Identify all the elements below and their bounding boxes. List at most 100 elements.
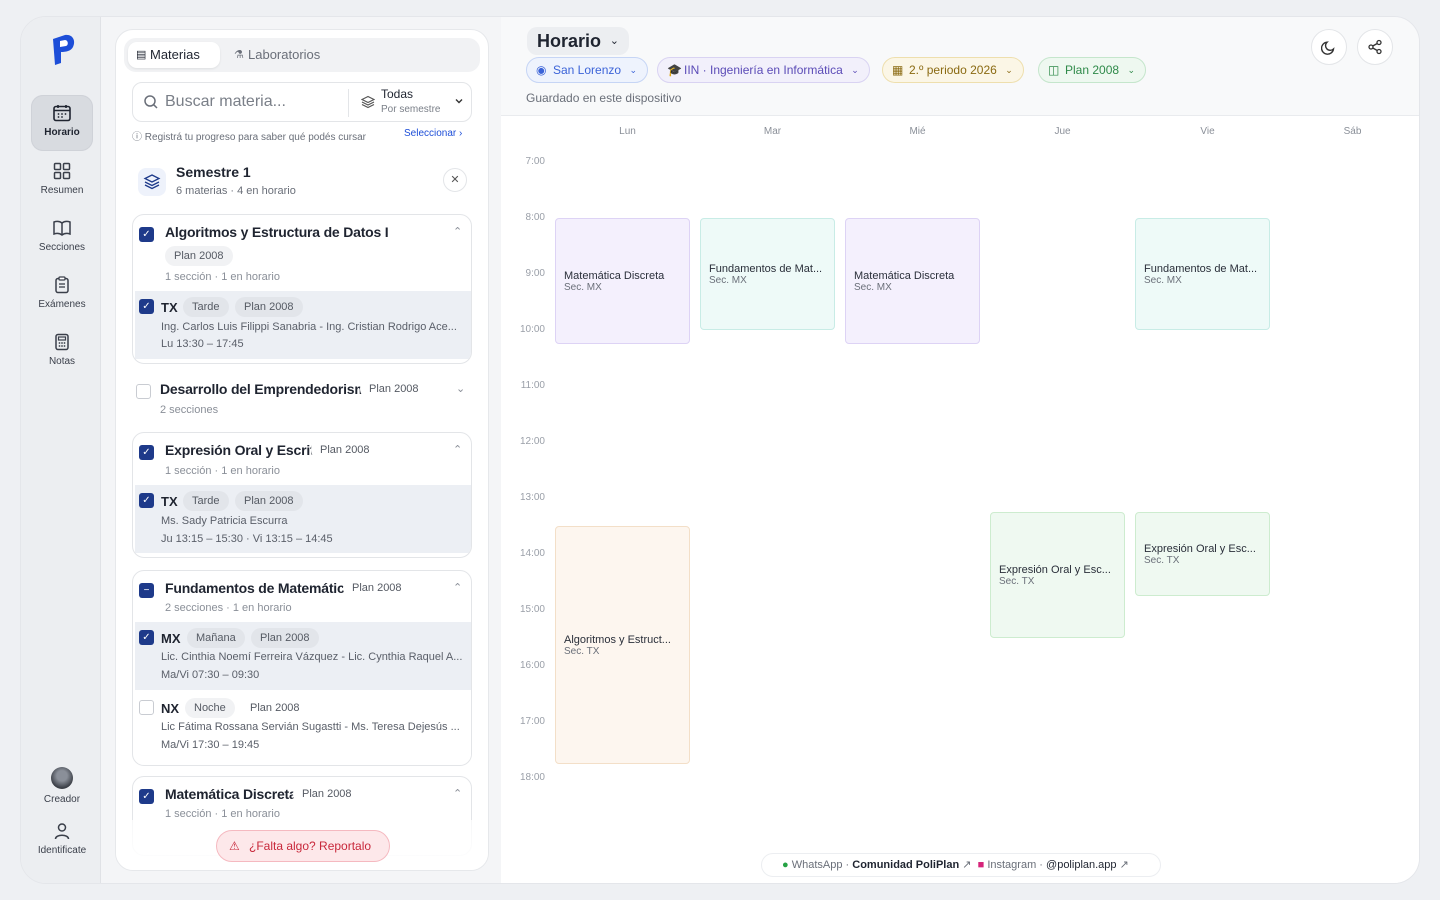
section-checkbox[interactable]: ✓ bbox=[139, 493, 154, 508]
plan-badge: Plan 2008 bbox=[293, 784, 361, 804]
whatsapp-icon: ● bbox=[782, 859, 789, 871]
nav-label: Horario bbox=[44, 127, 80, 138]
search-input[interactable]: Buscar materia... bbox=[165, 93, 286, 111]
hour-label: 13:00 bbox=[519, 492, 545, 503]
hour-label: 12:00 bbox=[519, 436, 545, 447]
schedule-event[interactable]: Algoritmos y Estruct... Sec. TX bbox=[555, 526, 690, 764]
page-title[interactable]: Horario ⌄ bbox=[527, 27, 630, 55]
schedule-event[interactable]: Fundamentos de Mat... Sec. MX bbox=[700, 218, 835, 330]
nav-item-secciones[interactable]: Secciones bbox=[31, 210, 93, 266]
semester-title: Semestre 1 bbox=[176, 164, 251, 180]
plan-chip[interactable]: ◫ Plan 2008 ⌄ bbox=[1038, 57, 1147, 83]
tab-label: Materias bbox=[150, 47, 200, 62]
section-code: MX bbox=[161, 631, 181, 646]
subject-card: − Fundamentos de Matemática Plan 2008 ⌃ … bbox=[132, 570, 472, 766]
subject-card: ✓ Expresión Oral y Escrita Plan 2008 ⌃ 1… bbox=[132, 432, 472, 558]
nav-label: Secciones bbox=[38, 242, 86, 253]
event-section: Sec. MX bbox=[709, 275, 747, 286]
chevron-down-icon[interactable]: ⌄ bbox=[456, 382, 465, 395]
semester-filter-select[interactable]: Todas Por semestre bbox=[361, 87, 471, 119]
subject-name: Desarrollo del Emprendedorismo bbox=[160, 381, 375, 397]
subject-card: Desarrollo del Emprendedorismo Plan 2008… bbox=[132, 374, 472, 424]
section-row[interactable]: ✓ MX Mañana Plan 2008 Lic. Cinthia Noemí… bbox=[135, 622, 471, 690]
hour-label: 10:00 bbox=[519, 324, 545, 335]
subject-checkbox[interactable] bbox=[136, 384, 151, 399]
section-time: Ju 13:15 – 15:30 · Vi 13:15 – 14:45 bbox=[161, 533, 333, 545]
subject-name: Expresión Oral y Escrita bbox=[165, 442, 323, 458]
share-button[interactable] bbox=[1357, 29, 1393, 65]
chevron-up-icon[interactable]: ⌃ bbox=[453, 225, 462, 238]
filter-value: Todas bbox=[381, 87, 414, 101]
section-checkbox[interactable]: ✓ bbox=[139, 299, 154, 314]
theme-toggle-button[interactable] bbox=[1311, 29, 1347, 65]
search-icon bbox=[144, 95, 158, 109]
tab-materias[interactable]: ▤ Materias bbox=[128, 42, 220, 68]
hour-label: 14:00 bbox=[519, 548, 545, 559]
report-button[interactable]: ⚠ ¿Falta algo? Reportalo bbox=[216, 830, 390, 862]
chevron-down-icon: ⌄ bbox=[1127, 65, 1136, 75]
tab-laboratorios[interactable]: ⚗ Laboratorios bbox=[226, 42, 336, 68]
section-checkbox[interactable]: ✓ bbox=[139, 630, 154, 645]
day-header: Lun bbox=[619, 126, 636, 137]
event-section: Sec. MX bbox=[854, 282, 892, 293]
campus-chip[interactable]: ◉ San Lorenzo ⌄ bbox=[526, 57, 649, 83]
hour-label: 7:00 bbox=[525, 156, 545, 167]
creator-button[interactable]: Creador bbox=[31, 759, 93, 805]
share-icon bbox=[1368, 39, 1382, 55]
nav-item-examenes[interactable]: Exámenes bbox=[31, 267, 93, 323]
nav-item-resumen[interactable]: Resumen bbox=[31, 153, 93, 209]
chevron-up-icon[interactable]: ⌃ bbox=[453, 443, 462, 456]
section-row[interactable]: NX Noche Plan 2008 Lic Fátima Rossana Se… bbox=[135, 692, 471, 760]
event-name: Matemática Discreta bbox=[564, 270, 665, 282]
schedule-event[interactable]: Matemática Discreta Sec. MX bbox=[845, 218, 980, 344]
calendar-icon: ▦ bbox=[892, 63, 904, 77]
chip-label: Plan 2008 bbox=[1065, 63, 1120, 77]
schedule-event[interactable]: Expresión Oral y Esc... Sec. TX bbox=[1135, 512, 1270, 596]
section-code: TX bbox=[161, 494, 178, 509]
login-button[interactable]: Identificate bbox=[31, 813, 93, 863]
instagram-link[interactable]: Instagram · @poliplan.app bbox=[987, 859, 1116, 871]
nav-item-horario[interactable]: Horario bbox=[31, 95, 93, 151]
period-chip[interactable]: ▦ 2.º periodo 2026 ⌄ bbox=[882, 57, 1024, 83]
user-icon bbox=[54, 823, 70, 840]
select-link[interactable]: Seleccionar › bbox=[404, 128, 462, 139]
section-code: TX bbox=[161, 300, 178, 315]
schedule-event[interactable]: Expresión Oral y Esc... Sec. TX bbox=[990, 512, 1125, 638]
schedule-event[interactable]: Matemática Discreta Sec. MX bbox=[555, 218, 690, 344]
hour-label: 11:00 bbox=[520, 380, 545, 391]
event-section: Sec. TX bbox=[999, 576, 1035, 587]
moon-icon bbox=[1320, 41, 1335, 55]
chip-label: 2.º periodo 2026 bbox=[909, 63, 997, 77]
nav-item-notas[interactable]: Notas bbox=[31, 324, 93, 380]
subject-checkbox[interactable]: ✓ bbox=[139, 445, 154, 460]
whatsapp-link[interactable]: WhatsApp · Comunidad PoliPlan bbox=[792, 859, 959, 871]
nav-rail: Horario Resumen Secciones Exámenes Notas… bbox=[21, 17, 101, 883]
page-title-text: Horario bbox=[537, 31, 602, 51]
event-name: Fundamentos de Mat... bbox=[709, 263, 823, 275]
section-time: Ma/Vi 07:30 – 09:30 bbox=[161, 669, 260, 681]
section-row[interactable]: ✓ TX Tarde Plan 2008 Ms. Sady Patricia E… bbox=[135, 485, 471, 553]
subjects-panel: ▤ Materias ⚗ Laboratorios Buscar materia..… bbox=[115, 29, 489, 871]
event-name: Expresión Oral y Esc... bbox=[1144, 543, 1256, 555]
chevron-up-icon[interactable]: ⌃ bbox=[453, 787, 462, 800]
section-row[interactable]: ✓ TX Tarde Plan 2008 Ing. Carlos Luis Fi… bbox=[135, 291, 471, 359]
career-chip[interactable]: 🎓 IIN · Ingeniería en Informática ⌄ bbox=[657, 57, 870, 83]
chevron-up-icon[interactable]: ⌃ bbox=[453, 581, 462, 594]
hour-label: 18:00 bbox=[519, 772, 545, 783]
grid-icon bbox=[53, 162, 71, 180]
chip-label: IIN · Ingeniería en Informática bbox=[684, 63, 843, 77]
schedule-event[interactable]: Fundamentos de Mat... Sec. MX bbox=[1135, 218, 1270, 330]
schedule-area: Horario ⌄ ◉ San Lorenzo ⌄ 🎓 IIN · Ingeniería… bbox=[501, 17, 1419, 883]
clipboard-icon bbox=[55, 276, 69, 294]
instagram-icon: ■ bbox=[977, 859, 985, 871]
section-checkbox[interactable] bbox=[139, 700, 154, 715]
instagram-label: Instagram bbox=[987, 859, 1037, 871]
subject-name: Fundamentos de Matemática bbox=[165, 580, 353, 596]
subject-checkbox[interactable]: − bbox=[139, 583, 154, 598]
hour-label: 8:00 bbox=[525, 212, 545, 223]
subject-meta: 1 sección · 1 en horario bbox=[165, 465, 280, 477]
subject-checkbox[interactable]: ✓ bbox=[139, 227, 154, 242]
event-name: Matemática Discreta bbox=[854, 270, 955, 282]
subject-checkbox[interactable]: ✓ bbox=[139, 789, 154, 804]
close-icon[interactable]: ✕ bbox=[443, 168, 467, 192]
